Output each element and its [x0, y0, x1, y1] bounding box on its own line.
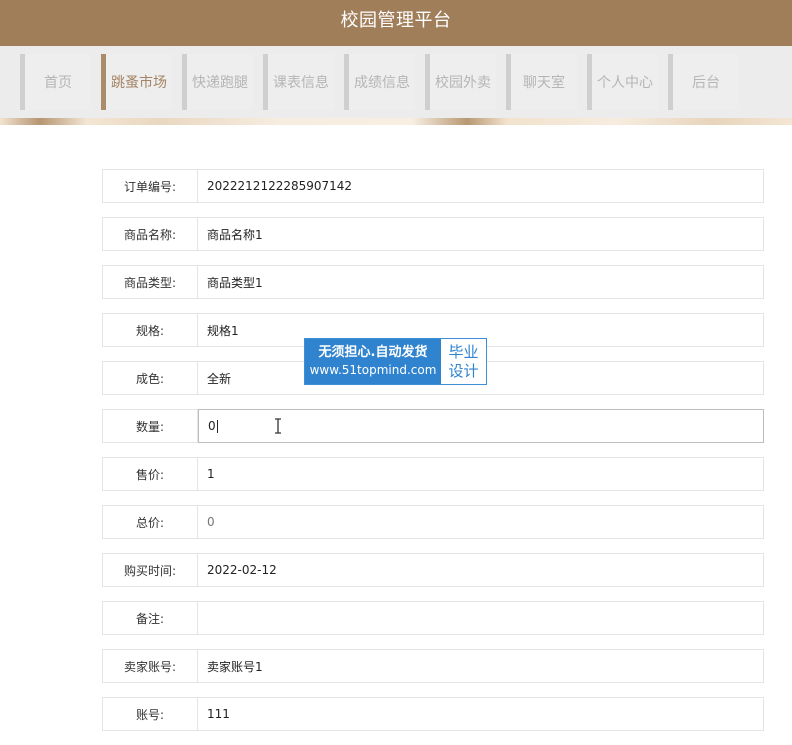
app-title: 校园管理平台 — [340, 10, 452, 31]
main-nav: 首页 跳蚤市场 快递跑腿 课表信息 成绩信息 校园外卖 聊天室 个人中心 后台 — [0, 46, 792, 118]
nav-item-profile[interactable]: 个人中心 — [587, 54, 658, 110]
nav-item-flea-market[interactable]: 跳蚤市场 — [101, 54, 172, 110]
field-label: 售价: — [102, 457, 198, 491]
nav-item-label: 校园外卖 — [435, 75, 491, 91]
watermark-url: www.51topmind.com — [309, 363, 437, 377]
form-row-purchase-time: 购买时间: 2022-02-12 — [102, 553, 764, 587]
seller-account-field[interactable]: 卖家账号1 — [198, 649, 764, 683]
field-label: 账号: — [102, 697, 198, 731]
nav-item-home[interactable]: 首页 — [20, 54, 91, 110]
nav-item-grades[interactable]: 成绩信息 — [344, 54, 415, 110]
field-label: 卖家账号: — [102, 649, 198, 683]
form-row-remark: 备注: — [102, 601, 764, 635]
form-row-order-number: 订单编号: 2022212122285907142 — [102, 169, 764, 203]
form-row-account: 账号: 111 — [102, 697, 764, 731]
text-cursor-icon — [275, 418, 281, 434]
watermark-left: 无须担心.自动发货 www.51topmind.com — [305, 339, 441, 384]
watermark-word-1: 毕业 — [448, 342, 479, 361]
watermark-badge: 无须担心.自动发货 www.51topmind.com 毕业 设计 — [304, 338, 487, 385]
app-header: 校园管理平台 — [0, 0, 792, 46]
form-row-seller-account: 卖家账号: 卖家账号1 — [102, 649, 764, 683]
field-label: 备注: — [102, 601, 198, 635]
nav-item-label: 成绩信息 — [354, 75, 410, 91]
nav-item-label: 聊天室 — [523, 75, 565, 91]
field-label: 商品类型: — [102, 265, 198, 299]
field-label: 商品名称: — [102, 217, 198, 251]
product-name-field[interactable]: 商品名称1 — [198, 217, 764, 251]
banner-strip — [0, 118, 792, 125]
field-label: 购买时间: — [102, 553, 198, 587]
total-price-field[interactable]: 0 — [198, 505, 764, 539]
price-field[interactable]: 1 — [198, 457, 764, 491]
text-caret — [216, 419, 218, 433]
nav-item-label: 快递跑腿 — [192, 75, 248, 91]
quantity-value: 0 — [208, 419, 216, 433]
field-label: 成色: — [102, 361, 198, 395]
account-field[interactable]: 111 — [198, 697, 764, 731]
nav-item-label: 首页 — [44, 75, 72, 91]
field-label: 规格: — [102, 313, 198, 347]
product-type-field[interactable]: 商品类型1 — [198, 265, 764, 299]
form-row-product-name: 商品名称: 商品名称1 — [102, 217, 764, 251]
order-detail-form: 订单编号: 2022212122285907142 商品名称: 商品名称1 商品… — [102, 169, 764, 745]
nav-item-courier[interactable]: 快递跑腿 — [182, 54, 253, 110]
nav-item-chatroom[interactable]: 聊天室 — [506, 54, 577, 110]
purchase-time-field[interactable]: 2022-02-12 — [198, 553, 764, 587]
field-label: 数量: — [102, 409, 198, 443]
form-row-total: 总价: 0 — [102, 505, 764, 539]
watermark-word-2: 设计 — [448, 361, 479, 380]
form-row-price: 售价: 1 — [102, 457, 764, 491]
form-row-quantity: 数量: 0 — [102, 409, 764, 443]
form-row-product-type: 商品类型: 商品类型1 — [102, 265, 764, 299]
nav-item-label: 课表信息 — [273, 75, 329, 91]
nav-item-takeout[interactable]: 校园外卖 — [425, 54, 496, 110]
field-label: 总价: — [102, 505, 198, 539]
watermark-right: 毕业 设计 — [441, 339, 486, 384]
order-number-field[interactable]: 2022212122285907142 — [198, 169, 764, 203]
remark-field[interactable] — [198, 601, 764, 635]
nav-item-label: 个人中心 — [597, 75, 653, 91]
nav-item-label: 跳蚤市场 — [111, 75, 167, 91]
nav-item-admin[interactable]: 后台 — [668, 54, 739, 110]
field-label: 订单编号: — [102, 169, 198, 203]
watermark-slogan: 无须担心.自动发货 — [318, 345, 428, 360]
nav-item-label: 后台 — [692, 75, 720, 91]
nav-item-timetable[interactable]: 课表信息 — [263, 54, 334, 110]
